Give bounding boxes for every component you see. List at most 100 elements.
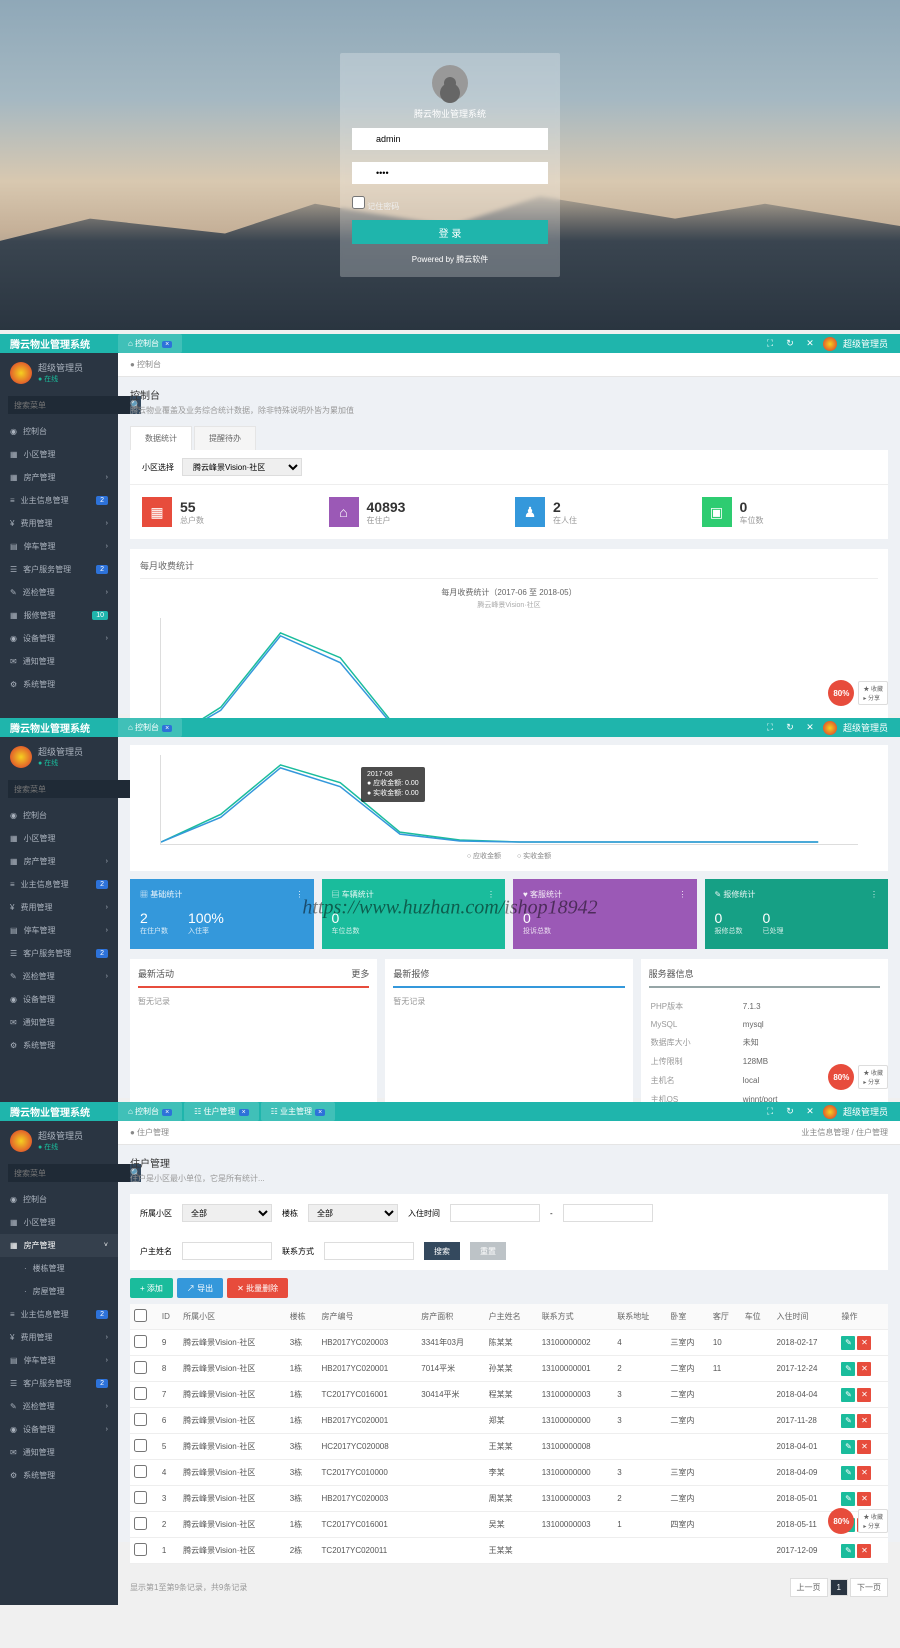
- sidebar-item[interactable]: ✎巡检管理›: [0, 965, 118, 988]
- add-button[interactable]: + 添加: [130, 1278, 173, 1298]
- page-1[interactable]: 1: [830, 1579, 848, 1596]
- row-checkbox[interactable]: [134, 1517, 147, 1530]
- close-icon[interactable]: ✕: [803, 337, 817, 351]
- tab-close-icon[interactable]: ×: [239, 1109, 249, 1116]
- sidebar-item[interactable]: ▤停车管理›: [0, 1349, 118, 1372]
- sidebar-item[interactable]: ·楼栋管理: [0, 1257, 118, 1280]
- sidebar-item[interactable]: ⚙系统管理: [0, 1034, 118, 1057]
- search-button[interactable]: 搜索: [424, 1242, 460, 1260]
- refresh-icon[interactable]: ↻: [783, 337, 797, 351]
- edit-button[interactable]: ✎: [841, 1362, 855, 1376]
- sidebar-item[interactable]: ⚙系统管理: [0, 673, 118, 696]
- row-checkbox[interactable]: [134, 1491, 147, 1504]
- reset-button[interactable]: 重置: [470, 1242, 506, 1260]
- tab-stats[interactable]: 数据统计: [130, 426, 192, 450]
- sidebar-item[interactable]: ▦报修管理10: [0, 604, 118, 627]
- sidebar-item[interactable]: ▦小区管理: [0, 1211, 118, 1234]
- sidebar-item[interactable]: ▤停车管理›: [0, 535, 118, 558]
- user-avatar-icon[interactable]: [823, 1105, 837, 1119]
- user-role[interactable]: 超级管理员: [843, 1105, 888, 1118]
- export-button[interactable]: ↗ 导出: [177, 1278, 223, 1298]
- row-checkbox[interactable]: [134, 1361, 147, 1374]
- tab-todo[interactable]: 提醒待办: [194, 426, 256, 450]
- page-next[interactable]: 下一页: [850, 1578, 888, 1597]
- sidebar-item[interactable]: ✉通知管理: [0, 1441, 118, 1464]
- sidebar-item[interactable]: ▦小区管理: [0, 827, 118, 850]
- sidebar-item[interactable]: ✉通知管理: [0, 650, 118, 673]
- close-icon[interactable]: ✕: [803, 1105, 817, 1119]
- more-link[interactable]: 更多: [351, 967, 369, 980]
- community-select[interactable]: 腾云峰景Vision·社区: [182, 458, 302, 476]
- filter-phone[interactable]: [324, 1242, 414, 1260]
- tab-close-icon[interactable]: ×: [162, 341, 172, 348]
- top-tab[interactable]: ⌂ 控制台×: [118, 718, 182, 737]
- sidebar-item[interactable]: ¥费用管理›: [0, 896, 118, 919]
- sidebar-item[interactable]: ☰客户服务管理2: [0, 558, 118, 581]
- delete-button[interactable]: ✕: [857, 1388, 871, 1402]
- edit-button[interactable]: ✎: [841, 1414, 855, 1428]
- edit-button[interactable]: ✎: [841, 1440, 855, 1454]
- edit-button[interactable]: ✎: [841, 1388, 855, 1402]
- sidebar-item[interactable]: ≡业主信息管理2: [0, 1303, 118, 1326]
- fullscreen-icon[interactable]: ⛶: [763, 337, 777, 351]
- delete-button[interactable]: ✕: [857, 1336, 871, 1350]
- filter-date-from[interactable]: [450, 1204, 540, 1222]
- top-tab[interactable]: ⌂ 控制台×: [118, 334, 182, 353]
- sidebar-item[interactable]: ≡业主信息管理2: [0, 489, 118, 512]
- sidebar-search-input[interactable]: [8, 780, 130, 798]
- top-tab[interactable]: ☷ 住户管理×: [184, 1102, 259, 1121]
- row-checkbox[interactable]: [134, 1387, 147, 1400]
- filter-date-to[interactable]: [563, 1204, 653, 1222]
- fullscreen-icon[interactable]: ⛶: [763, 1105, 777, 1119]
- sidebar-item[interactable]: ✎巡检管理›: [0, 581, 118, 604]
- select-all-checkbox[interactable]: [134, 1309, 147, 1322]
- sidebar-item[interactable]: ◉设备管理›: [0, 627, 118, 650]
- sidebar-item[interactable]: ✎巡检管理›: [0, 1395, 118, 1418]
- sidebar-item[interactable]: ▤停车管理›: [0, 919, 118, 942]
- edit-button[interactable]: ✎: [841, 1544, 855, 1558]
- card-menu-icon[interactable]: ⋮: [679, 890, 687, 899]
- sidebar-item[interactable]: ◉控制台: [0, 804, 118, 827]
- float-widget[interactable]: 80%★ 收藏▸ 分享: [828, 1064, 888, 1090]
- close-icon[interactable]: ✕: [803, 721, 817, 735]
- delete-button[interactable]: ✕: [857, 1492, 871, 1506]
- refresh-icon[interactable]: ↻: [783, 1105, 797, 1119]
- tab-close-icon[interactable]: ×: [162, 1109, 172, 1116]
- sidebar-item[interactable]: ·房屋管理: [0, 1280, 118, 1303]
- sidebar-search-input[interactable]: [8, 396, 130, 414]
- float-widget[interactable]: 80%★ 收藏▸ 分享: [828, 1508, 888, 1534]
- float-widget[interactable]: 80%★ 收藏▸ 分享: [828, 680, 888, 706]
- tab-close-icon[interactable]: ×: [315, 1109, 325, 1116]
- delete-button[interactable]: ✕: [857, 1414, 871, 1428]
- fullscreen-icon[interactable]: ⛶: [763, 721, 777, 735]
- sidebar-item[interactable]: ◉设备管理›: [0, 1418, 118, 1441]
- row-checkbox[interactable]: [134, 1335, 147, 1348]
- bulk-delete-button[interactable]: ✕ 批量删除: [227, 1278, 288, 1298]
- filter-name[interactable]: [182, 1242, 272, 1260]
- sidebar-item[interactable]: ¥费用管理›: [0, 512, 118, 535]
- filter-community[interactable]: 全部: [182, 1204, 272, 1222]
- sidebar-item[interactable]: ✉通知管理: [0, 1011, 118, 1034]
- sidebar-item[interactable]: ≡业主信息管理2: [0, 873, 118, 896]
- card-menu-icon[interactable]: ⋮: [487, 890, 495, 899]
- user-avatar-icon[interactable]: [823, 337, 837, 351]
- refresh-icon[interactable]: ↻: [783, 721, 797, 735]
- sidebar-item[interactable]: ☰客户服务管理2: [0, 942, 118, 965]
- card-menu-icon[interactable]: ⋮: [870, 890, 878, 899]
- sidebar-item[interactable]: ▦小区管理: [0, 443, 118, 466]
- edit-button[interactable]: ✎: [841, 1466, 855, 1480]
- top-tab[interactable]: ⌂ 控制台×: [118, 1102, 182, 1121]
- user-role[interactable]: 超级管理员: [843, 337, 888, 350]
- filter-building[interactable]: 全部: [308, 1204, 398, 1222]
- card-menu-icon[interactable]: ⋮: [296, 890, 304, 899]
- edit-button[interactable]: ✎: [841, 1336, 855, 1350]
- edit-button[interactable]: ✎: [841, 1492, 855, 1506]
- sidebar-item[interactable]: ⚙系统管理: [0, 1464, 118, 1487]
- delete-button[interactable]: ✕: [857, 1544, 871, 1558]
- username-input[interactable]: [352, 128, 548, 150]
- sidebar-item[interactable]: ☰客户服务管理2: [0, 1372, 118, 1395]
- user-role[interactable]: 超级管理员: [843, 721, 888, 734]
- sidebar-item[interactable]: ◉设备管理: [0, 988, 118, 1011]
- sidebar-search-input[interactable]: [8, 1164, 130, 1182]
- page-prev[interactable]: 上一页: [790, 1578, 828, 1597]
